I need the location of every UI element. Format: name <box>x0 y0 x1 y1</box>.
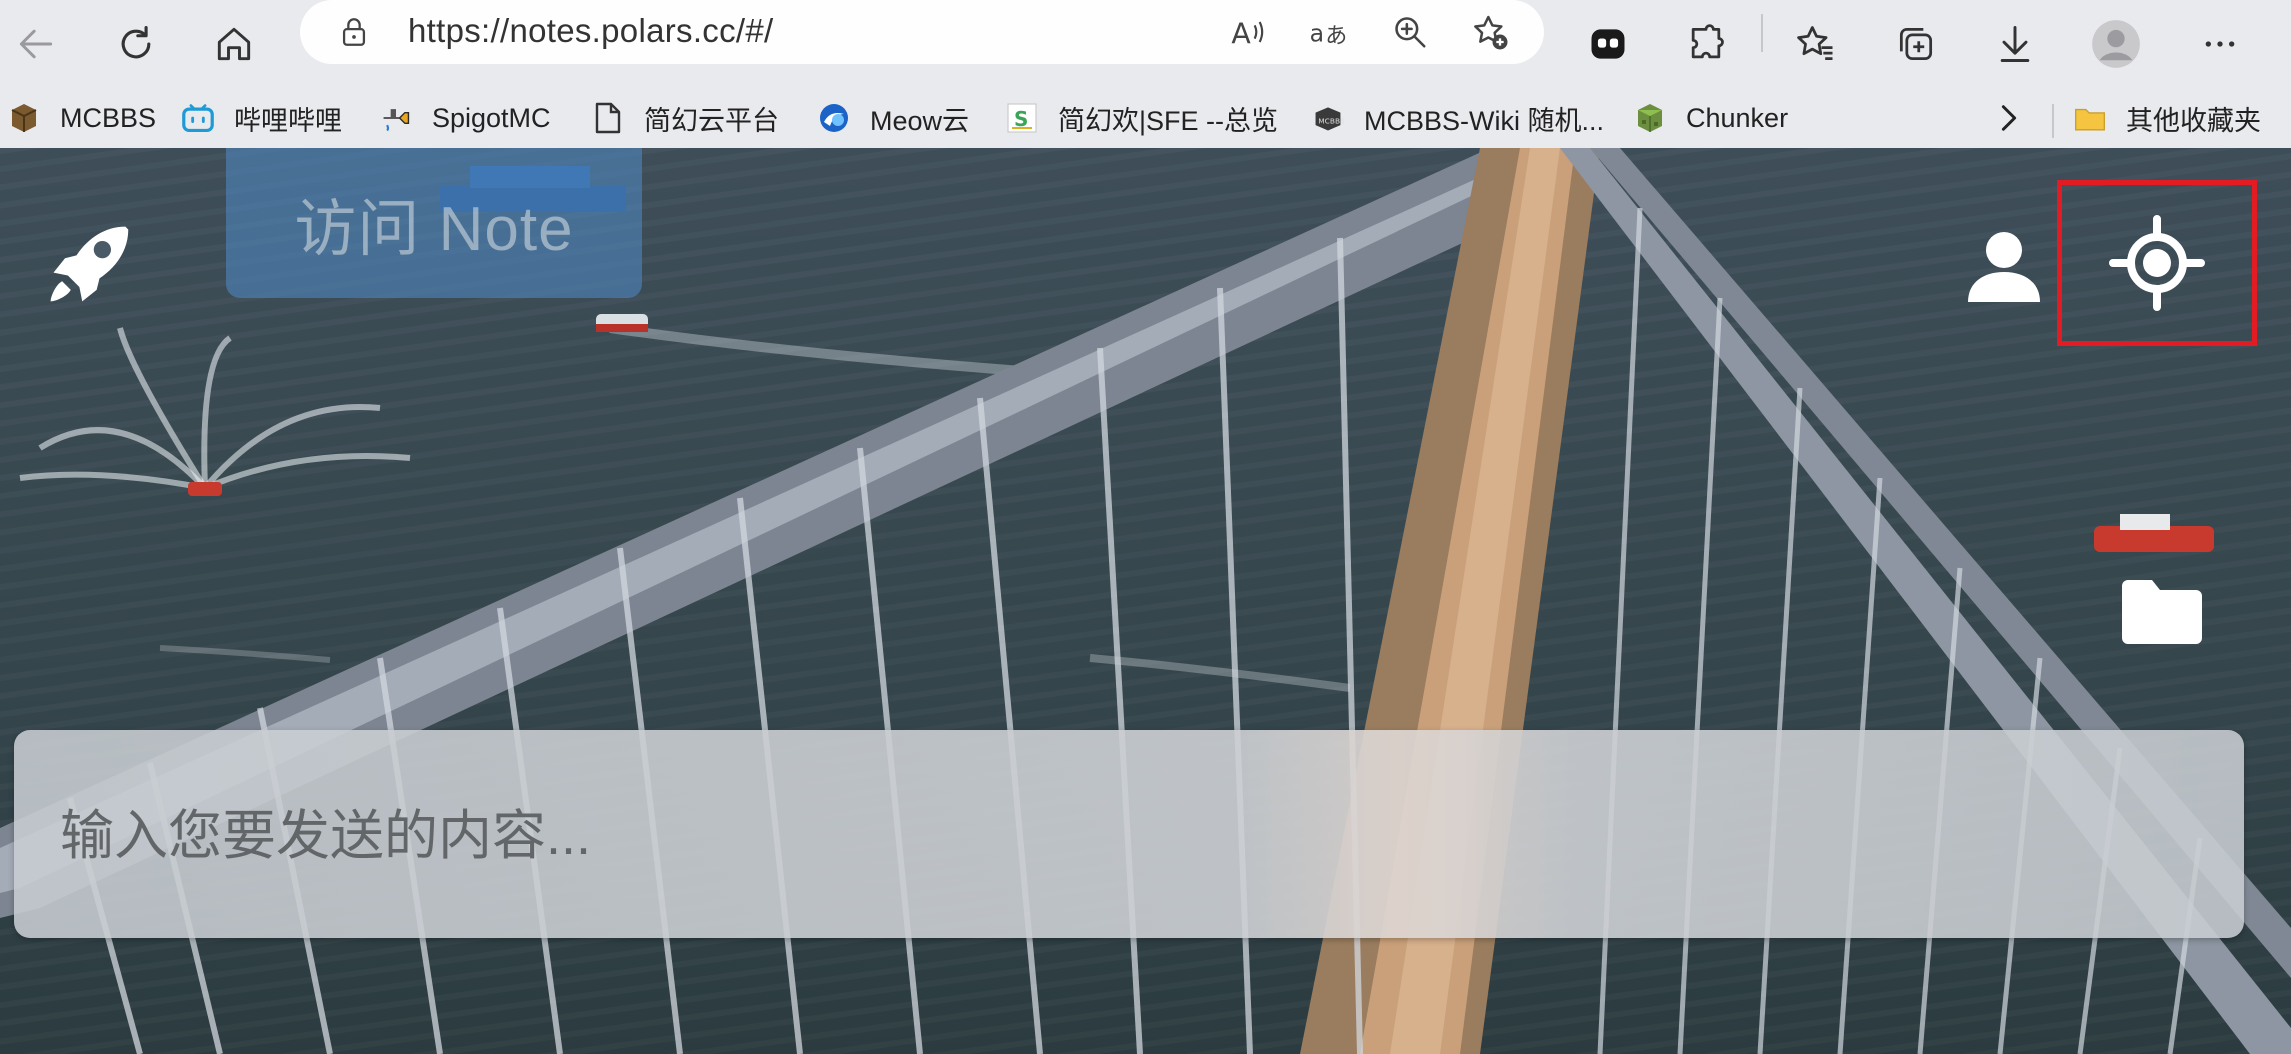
bilibili-icon <box>182 102 214 134</box>
bookmark-spigotmc[interactable]: SpigotMC <box>380 100 551 136</box>
chevron-right-icon <box>2001 105 2017 131</box>
svg-text:あ: あ <box>1325 24 1347 49</box>
back-icon <box>19 29 53 59</box>
bookmarks-overflow-button[interactable] <box>1994 100 2024 136</box>
profile-icon <box>2092 20 2140 68</box>
more-icon <box>2205 41 2235 47</box>
bookmark-label: 简幻欢|SFE --总览 <box>1058 105 1279 136</box>
svg-text:MCBBS: MCBBS <box>1318 116 1344 125</box>
refresh-button[interactable] <box>100 8 172 80</box>
bookmark-mcbbs-wiki[interactable]: MCBBS MCBBS-Wiki 随机... <box>1312 100 1604 136</box>
bookmark-label: MCBBS <box>60 102 157 133</box>
mcbbs-icon <box>8 102 40 134</box>
lock-icon[interactable] <box>330 8 378 56</box>
bookmark-label: Meow云 <box>870 105 970 136</box>
folder-icon[interactable] <box>2118 576 2206 648</box>
sfe-icon: S <box>1006 102 1038 134</box>
svg-text:a: a <box>1310 19 1324 47</box>
page-content: 访问 Note <box>0 148 2291 1054</box>
collections-button[interactable] <box>1880 8 1952 80</box>
bookmark-meow-cloud[interactable]: Meow云 <box>818 100 969 136</box>
browser-toolbar: https://notes.polars.cc/#/ A aあ <box>0 0 2291 88</box>
bookmark-label: 哔哩哔哩 <box>234 105 342 136</box>
bookmark-chunker[interactable]: Chunker <box>1634 100 1788 136</box>
profile-button[interactable] <box>2080 8 2152 80</box>
svg-text:A: A <box>1231 18 1251 51</box>
bookmarks-divider <box>2052 104 2054 138</box>
downloads-button[interactable] <box>1979 8 2051 80</box>
crosshair-icon <box>2109 215 2205 311</box>
bookmark-label: 其他收藏夹 <box>2126 105 2261 136</box>
bookmark-other-folder[interactable]: 其他收藏夹 <box>2074 100 2261 136</box>
home-button[interactable] <box>198 8 270 80</box>
bookmark-sfe[interactable]: S 简幻欢|SFE --总览 <box>1006 100 1278 136</box>
bookmark-bilibili[interactable]: 哔哩哔哩 <box>182 100 342 136</box>
refresh-icon <box>121 25 151 59</box>
puzzle-icon <box>1691 24 1724 59</box>
meow-icon <box>818 102 850 134</box>
bookmark-mcbbs[interactable]: MCBBS <box>8 100 156 136</box>
bookmark-label: SpigotMC <box>432 102 551 133</box>
more-button[interactable] <box>2184 8 2256 80</box>
favorites-button[interactable] <box>1780 8 1852 80</box>
compose-input[interactable] <box>58 800 2162 872</box>
bookmark-jianhuan-cloud[interactable]: 简幻云平台 <box>592 100 779 136</box>
add-favorite-icon[interactable] <box>1466 8 1514 56</box>
collections-icon <box>1899 27 1933 61</box>
extension-icon <box>1591 29 1625 59</box>
bookmark-label: Chunker <box>1686 102 1789 133</box>
page-icon <box>592 102 624 134</box>
extensions-button[interactable] <box>1670 8 1742 80</box>
read-aloud-icon[interactable]: A <box>1224 8 1272 56</box>
toolbar-divider <box>1761 14 1763 52</box>
address-bar[interactable]: https://notes.polars.cc/#/ A aあ <box>300 0 1544 64</box>
compose-box <box>14 730 2244 938</box>
rocket-icon[interactable] <box>42 218 134 310</box>
zoom-icon[interactable] <box>1386 8 1434 56</box>
home-icon <box>217 27 251 61</box>
favorites-icon <box>1797 26 1833 61</box>
user-icon[interactable] <box>1964 226 2044 306</box>
locate-button[interactable] <box>2057 180 2257 346</box>
bookmarks-bar: MCBBS 哔哩哔哩 SpigotMC 简幻云平台 Meow云 S 简幻欢|SF… <box>0 88 2291 149</box>
visit-note-button[interactable]: 访问 Note <box>226 148 642 298</box>
chunker-icon <box>1634 102 1666 134</box>
url-text[interactable]: https://notes.polars.cc/#/ <box>408 12 773 50</box>
extension-button[interactable] <box>1572 8 1644 80</box>
spigot-icon <box>380 102 412 134</box>
bookmark-label: MCBBS-Wiki 随机... <box>1364 105 1604 136</box>
mcbbs-wiki-icon: MCBBS <box>1312 102 1344 134</box>
download-icon <box>2000 26 2030 62</box>
translate-icon[interactable]: aあ <box>1306 8 1354 56</box>
bookmark-label: 简幻云平台 <box>644 105 779 136</box>
back-button[interactable] <box>0 8 72 80</box>
folder-icon <box>2074 102 2106 134</box>
